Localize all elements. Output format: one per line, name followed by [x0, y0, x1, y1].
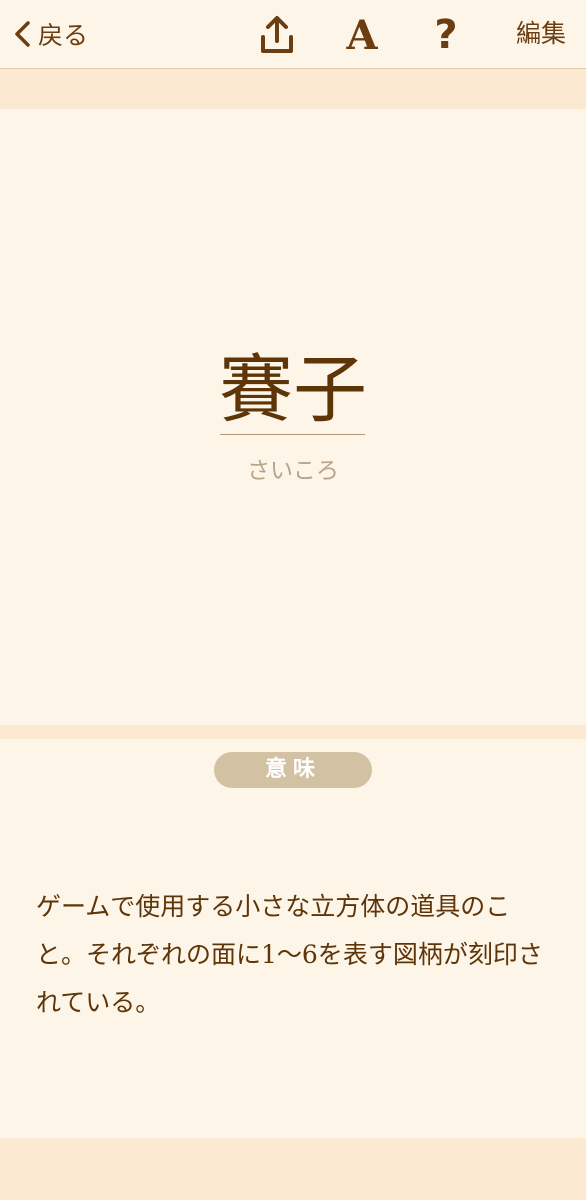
help-button[interactable]: ? [426, 12, 466, 58]
font-a-icon: A [346, 11, 378, 59]
chevron-left-icon [15, 21, 30, 47]
meaning-text: ゲームで使用する小さな立方体の道具のこと。それぞれの面に1〜6を表す図柄が刻印さ… [36, 892, 543, 1017]
share-upload-icon [261, 16, 293, 53]
word-kanji: 賽子 [219, 347, 367, 433]
meaning-heading-badge: 意味 [214, 752, 372, 788]
middle-divider-band [0, 725, 586, 739]
edit-button[interactable]: 編集 [516, 16, 566, 52]
top-divider-band [0, 69, 586, 109]
bottom-band [0, 1138, 586, 1200]
meaning-section: 意味 ゲームで使用する小さな立方体の道具のこと。それぞれの面に1〜6を表す図柄が… [0, 739, 586, 1138]
back-button[interactable]: 戻る [10, 16, 88, 52]
share-button[interactable] [256, 14, 298, 56]
word-underline [220, 434, 365, 435]
word-card: 賽子 さいころ [0, 109, 586, 725]
question-mark-icon: ? [434, 12, 458, 58]
word-reading: さいころ [247, 458, 339, 484]
font-size-button[interactable]: A [340, 11, 384, 59]
back-label: 戻る [38, 21, 89, 50]
navigation-bar: 戻る A ? 編集 [0, 0, 586, 69]
